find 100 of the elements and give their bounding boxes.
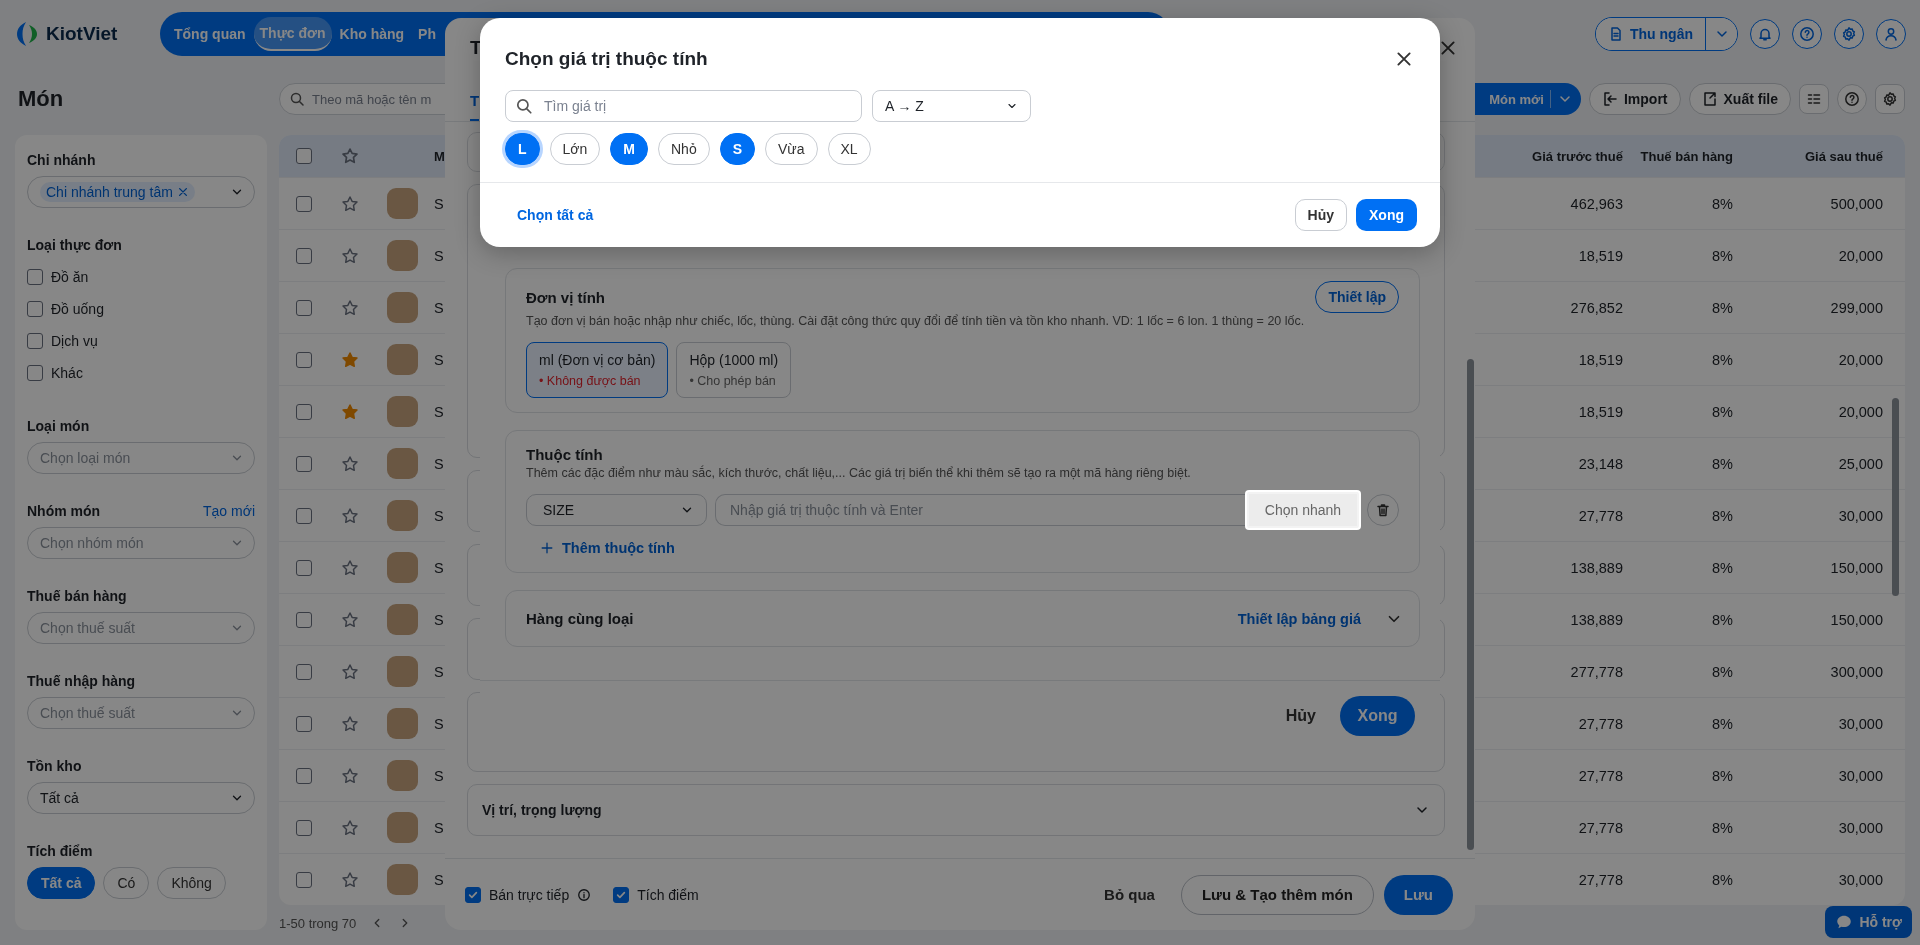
close-icon[interactable] [176, 186, 189, 198]
value-chip[interactable]: Nhỏ [658, 133, 710, 165]
cashier-dropdown-button[interactable] [1705, 18, 1737, 50]
checkbox[interactable] [296, 299, 312, 316]
unit-status: • Không được bán [539, 374, 642, 388]
checkbox[interactable] [296, 767, 312, 784]
filter-option[interactable]: Không [157, 867, 226, 899]
table-cell-text: 27,778 [1577, 767, 1623, 784]
scrollbar-thumb[interactable] [1467, 359, 1474, 850]
attribute-value-field[interactable]: Nhập giá trị thuộc tính và Enter [715, 494, 1247, 526]
checkbox[interactable] [27, 365, 43, 381]
star-icon[interactable] [341, 298, 359, 317]
table-cell-text: 20,000 [1837, 351, 1883, 368]
done-button[interactable]: Xong [1340, 695, 1415, 736]
table-cell-text: 18,519 [1577, 247, 1623, 264]
table-cell-text: 150,000 [1829, 559, 1883, 576]
cancel-button[interactable]: Hủy [1279, 705, 1322, 726]
select-all-checkbox[interactable] [296, 148, 312, 164]
settings-button[interactable] [1875, 84, 1905, 114]
import-button[interactable]: Import [1588, 83, 1681, 115]
attribute-select[interactable]: SIZE [526, 494, 707, 526]
cancel-button[interactable]: Hủy [1294, 199, 1347, 231]
add-attribute-link[interactable]: Thêm thuộc tính [526, 540, 689, 556]
help-icon [1799, 26, 1815, 42]
quick-pick-button[interactable]: Chọn nhanh [1247, 492, 1359, 528]
star-icon[interactable] [341, 558, 359, 577]
unit-option[interactable]: Hộp (1000 ml) • Cho phép bán [676, 342, 792, 398]
setup-button[interactable]: Thiết lập [1315, 281, 1399, 313]
checkbox[interactable] [296, 247, 312, 264]
checkbox[interactable] [296, 351, 312, 368]
value-chip[interactable]: Lớn [549, 133, 601, 165]
star-icon[interactable] [341, 870, 359, 889]
value-chip[interactable]: L [505, 133, 540, 165]
done-button[interactable]: Xong [1356, 199, 1417, 231]
save-and-new-button[interactable]: Lưu & Tạo thêm món [1180, 874, 1374, 915]
chat-icon [1835, 913, 1854, 931]
support-button[interactable]: Hỗ trợ [1825, 906, 1912, 938]
star-icon[interactable] [341, 194, 359, 213]
checkbox[interactable] [613, 886, 630, 903]
save-button[interactable]: Lưu [1383, 874, 1453, 915]
nav-tab[interactable]: Ph [412, 17, 442, 51]
checkbox[interactable] [296, 715, 312, 732]
table-cell-text: 23,148 [1577, 455, 1623, 472]
table-cell-text: 500,000 [1829, 195, 1883, 212]
nav-tab[interactable]: Tổng quan [168, 17, 252, 51]
create-link[interactable]: Tạo mới [203, 502, 255, 520]
help-button[interactable] [1792, 19, 1822, 49]
card-title: Thuộc tính [526, 445, 603, 463]
star-icon[interactable] [341, 402, 359, 421]
star-icon[interactable] [341, 454, 359, 473]
scrollbar-thumb[interactable] [1892, 398, 1899, 596]
star-icon[interactable] [341, 766, 359, 785]
delete-button[interactable] [1367, 494, 1399, 526]
search-field[interactable]: Tìm giá trị [505, 90, 862, 122]
skip-button[interactable]: Bỏ qua [1088, 874, 1171, 915]
export-button[interactable]: Xuất file [1688, 83, 1791, 115]
checkbox[interactable] [296, 611, 312, 628]
checkbox[interactable] [296, 871, 312, 888]
star-icon[interactable] [341, 506, 359, 525]
checkbox[interactable] [296, 403, 312, 420]
star-icon[interactable] [341, 350, 359, 369]
notification-button[interactable] [1750, 19, 1780, 49]
value-chip[interactable]: XL [827, 133, 871, 165]
help-icon [1844, 91, 1860, 107]
star-icon[interactable] [341, 662, 359, 681]
filter-label: Thuế bán hàng [27, 587, 127, 605]
star-icon[interactable] [341, 246, 359, 265]
value-chip[interactable]: S [719, 133, 756, 165]
checkbox[interactable] [296, 195, 312, 212]
columns-button[interactable] [1799, 84, 1829, 114]
star-icon[interactable] [341, 714, 359, 733]
collapsible-section[interactable]: Vị trí, trọng lượng [467, 784, 1445, 836]
table-cell-text: 27,778 [1577, 507, 1623, 524]
star-icon[interactable] [341, 818, 359, 837]
checkbox[interactable] [465, 886, 481, 903]
checkbox[interactable] [296, 455, 312, 472]
checkbox[interactable] [27, 301, 43, 317]
select-all-link[interactable]: Chọn tất cả [517, 207, 594, 223]
nav-tab[interactable]: Kho hàng [333, 17, 411, 51]
checkbox[interactable] [296, 559, 312, 576]
checkbox[interactable] [296, 663, 312, 680]
checkbox[interactable] [27, 269, 43, 285]
price-setup-link[interactable]: Thiết lập bảng giá [1237, 610, 1361, 627]
value-chip[interactable]: Vừa [765, 133, 818, 165]
card-title: Đơn vị tính [526, 288, 605, 306]
settings-button[interactable] [1834, 19, 1864, 49]
filter-option[interactable]: Có [103, 867, 150, 899]
filter-option[interactable]: Tất cả [27, 867, 96, 899]
checkbox[interactable] [296, 819, 312, 836]
help-button[interactable] [1837, 84, 1867, 114]
checkbox[interactable] [296, 507, 312, 524]
star-icon[interactable] [341, 610, 359, 629]
settings-icon [1882, 91, 1898, 107]
table-cell-text: 8% [1711, 663, 1733, 680]
user-button[interactable] [1876, 19, 1906, 49]
table-cell-text: S [434, 299, 445, 316]
value-chip[interactable]: M [610, 133, 648, 165]
checkbox[interactable] [27, 333, 43, 349]
unit-option[interactable]: ml (Đơn vị cơ bản) • Không được bán [526, 342, 669, 398]
sort-select[interactable]: A → Z [872, 90, 1031, 122]
